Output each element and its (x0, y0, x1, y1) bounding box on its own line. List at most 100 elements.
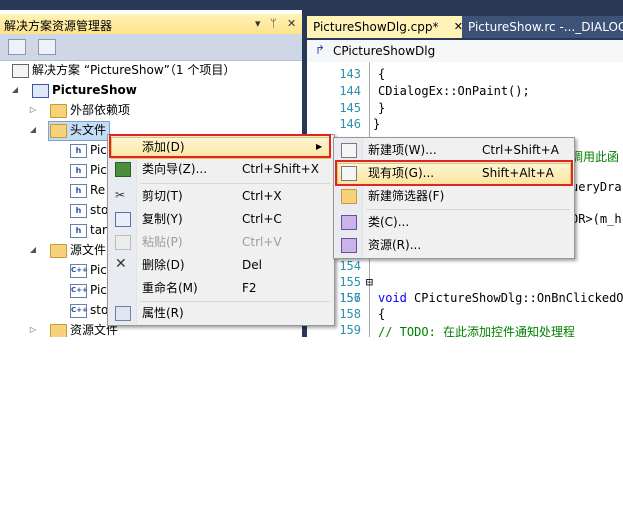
solution-explorer-toolbar (0, 34, 302, 61)
menu-item-label: 资源(R)... (368, 238, 422, 252)
show-all-files-toolbar-button[interactable] (38, 39, 56, 55)
menu-separator (366, 209, 570, 210)
menu-item-label: 重命名(M) (142, 281, 198, 295)
menu-separator (140, 183, 330, 184)
menu-item-shortcut: Del (242, 258, 262, 272)
solution-icon (12, 64, 29, 78)
collapse-arrow-icon[interactable]: ◢ (10, 80, 20, 100)
solution-explorer-title: 解决方案资源管理器 (4, 19, 113, 33)
menu-item-label: 类向导(Z)... (142, 162, 208, 176)
menu-item-class-wizard[interactable]: 类向导(Z)... Ctrl+Shift+X (108, 158, 332, 180)
code-line: { (378, 307, 386, 321)
header-file-icon: h (70, 184, 87, 198)
tab-label: PictureShow.rc -..._DIALOG (468, 20, 623, 34)
expand-arrow-icon[interactable]: ▷ (28, 100, 38, 120)
tree-label: sto (90, 303, 109, 317)
properties-icon (115, 306, 131, 321)
folder-icon (50, 104, 67, 118)
expand-arrow-icon[interactable]: ▷ (28, 320, 38, 337)
class-wizard-icon (115, 162, 131, 177)
tree-label: PictureShow (52, 83, 137, 97)
context-menu: 添加(D) ▶ 类向导(Z)... Ctrl+Shift+X ✂ 剪切(T) C… (107, 134, 335, 326)
menu-item-shortcut: Ctrl+Shift+A (482, 143, 559, 157)
class-icon (341, 215, 357, 230)
resource-icon (341, 238, 357, 253)
code-line: CPictureShowDlg::OnBnClickedOp (414, 291, 623, 305)
menu-item-delete[interactable]: ✕ 删除(D) Del (108, 254, 332, 276)
collapse-arrow-icon[interactable]: ◢ (28, 240, 38, 260)
cpp-file-icon: C++ (70, 304, 88, 318)
class-icon: ↱ (315, 43, 326, 57)
scissors-icon: ✂ (115, 188, 126, 202)
menu-item-label: 复制(Y) (142, 212, 183, 226)
code-line: OR>(m_h (571, 212, 622, 226)
line-number: 146 (339, 117, 361, 131)
menu-item-label: 删除(D) (142, 258, 185, 272)
new-item-icon (341, 143, 357, 158)
folder-icon (341, 189, 357, 204)
collapse-arrow-icon[interactable]: ◢ (28, 120, 38, 140)
line-number: 145 (339, 101, 361, 115)
menu-item-shortcut: Ctrl+C (242, 212, 282, 226)
menu-item-label: 类(C)... (368, 215, 410, 229)
document-tab-strip: PictureShowDlg.cpp* ✕ PictureShow.rc -..… (303, 10, 623, 40)
paste-icon (115, 235, 131, 250)
menu-item-cut[interactable]: ✂ 剪切(T) Ctrl+X (108, 185, 332, 207)
cpp-file-icon: C++ (70, 264, 88, 278)
tab-pictureshowdlg-cpp[interactable]: PictureShowDlg.cpp* ✕ (307, 16, 469, 38)
menu-item-copy[interactable]: 复制(Y) Ctrl+C (108, 208, 332, 230)
code-line: } (378, 101, 386, 115)
tab-label: PictureShowDlg.cpp* (313, 20, 439, 34)
header-file-icon: h (70, 204, 87, 218)
copy-icon (115, 212, 131, 227)
code-comment: // TODO: 在此添加控件通知处理程 (378, 325, 576, 337)
tree-label: Pic (90, 163, 107, 177)
menu-item-new-filter[interactable]: 新建筛选器(F) (334, 185, 572, 207)
close-icon[interactable]: ✕ (287, 17, 296, 30)
dropdown-icon[interactable]: ▾ (255, 17, 261, 30)
folder-open-icon (50, 124, 67, 138)
tree-label: 外部依赖项 (70, 103, 131, 117)
code-line: ueryDra (571, 180, 622, 194)
tree-label: Pic (90, 263, 107, 277)
menu-item-properties[interactable]: 属性(R) (108, 302, 332, 324)
ide-screenshot: 解决方案资源管理器 ▾ ᛘ ✕ 解决方案 “PictureShow”（1 个项目… (0, 0, 623, 337)
tree-label: 解决方案 “PictureShow”（1 个项目） (32, 63, 236, 77)
folder-icon (50, 324, 67, 337)
menu-item-rename[interactable]: 重命名(M) F2 (108, 277, 332, 299)
pin-icon[interactable]: ᛘ (270, 17, 277, 30)
tree-label: tar (90, 223, 107, 237)
annotation-highlight-add (109, 134, 331, 158)
menu-item-resource[interactable]: 资源(R)... (334, 234, 572, 256)
tree-label: Re (90, 183, 106, 197)
code-line: CDialogEx::OnPaint(); (378, 84, 530, 98)
line-number: 143 (339, 67, 361, 81)
add-submenu: 新建项(W)... Ctrl+Shift+A 现有项(G)... Shift+A… (333, 137, 575, 259)
solution-explorer-titlebar: 解决方案资源管理器 ▾ ᛘ ✕ (0, 14, 302, 34)
menu-item-class[interactable]: 类(C)... (334, 211, 572, 233)
project-icon (32, 84, 49, 98)
code-line: { (378, 67, 386, 81)
menu-item-label: 新建筛选器(F) (368, 189, 445, 203)
class-dropdown[interactable]: CPictureShowDlg (333, 44, 435, 58)
line-number: 144 (339, 84, 361, 98)
menu-item-paste[interactable]: 粘贴(P) Ctrl+V (108, 231, 332, 253)
class-navigation-bar[interactable]: ↱ CPictureShowDlg (307, 40, 623, 63)
collapse-region-icon[interactable]: ⊟ (359, 275, 373, 289)
annotation-highlight-existing-item (335, 160, 573, 186)
menu-item-label: 粘贴(P) (142, 235, 183, 249)
folder-open-icon (50, 244, 67, 258)
tree-label: 头文件 (70, 123, 107, 137)
menu-item-shortcut: Ctrl+V (242, 235, 282, 249)
menu-item-new-item[interactable]: 新建项(W)... Ctrl+Shift+A (334, 139, 572, 161)
blank-area (0, 337, 623, 522)
tab-pictureshow-rc[interactable]: PictureShow.rc -..._DIALOG (462, 16, 623, 38)
header-file-icon: h (70, 224, 87, 238)
code-line: 调用此函 (571, 150, 620, 164)
menu-item-shortcut: Ctrl+Shift+X (242, 162, 319, 176)
cpp-file-icon: C++ (70, 284, 88, 298)
delete-x-icon: ✕ (115, 256, 127, 272)
properties-toolbar-button[interactable] (8, 39, 26, 55)
menu-item-shortcut: F2 (242, 281, 257, 295)
menu-item-label: 剪切(T) (142, 189, 183, 203)
